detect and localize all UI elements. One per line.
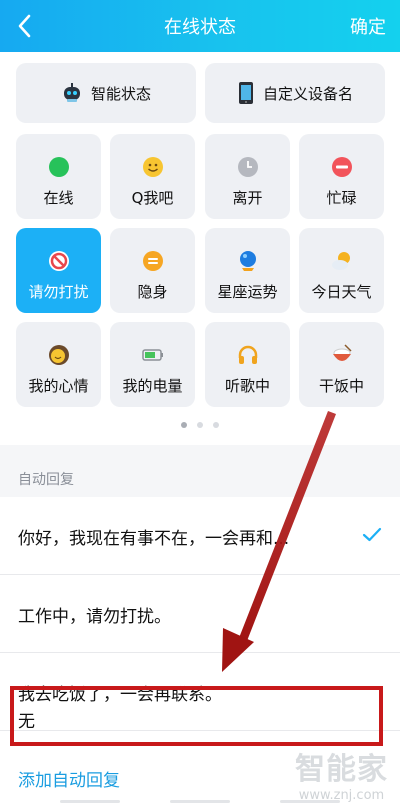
status-invisible-tile[interactable]: 隐身 [110,228,195,313]
status-label: 忙碌 [326,189,357,207]
status-weather-tile[interactable]: 今日天气 [299,228,384,313]
status-horoscope-tile[interactable]: 星座运势 [205,228,290,313]
page-dot[interactable] [197,422,203,428]
minus-circle-icon [331,157,352,177]
status-label: 离开 [232,189,263,207]
weather-icon [331,252,350,270]
mood-icon [48,345,69,365]
status-label: Q我吧 [131,189,174,207]
status-dnd-tile[interactable]: 请勿打扰 [16,228,101,313]
watermark: 智能家 www.znj.com [295,744,388,803]
clock-icon [237,157,258,177]
auto-reply-text: 你好，我现在有事不在，一会再和... [18,529,290,549]
status-label: 我的电量 [122,377,183,395]
custom-device-name-tile[interactable]: 自定义设备名 [205,63,385,123]
status-label: 今日天气 [311,283,372,301]
confirm-button[interactable]: 确定 [350,13,386,39]
bottom-handle-segment [280,800,340,803]
status-label: 隐身 [137,283,168,301]
crystal-ball-icon [239,251,256,271]
status-label: 干饭中 [318,377,364,395]
rice-bowl-icon [332,344,352,361]
bottom-handle-segment [60,800,120,803]
bottom-handle-segment [170,800,230,803]
page-dot[interactable] [181,422,187,428]
status-qme-tile[interactable]: Q我吧 [110,134,195,219]
watermark-text: 智能家 [295,752,388,787]
page-indicator [0,422,400,428]
status-label: 听歌中 [224,377,270,395]
smart-status-label: 智能状态 [90,84,151,103]
headphones-icon [238,345,257,364]
green-dot-icon [48,157,69,177]
title-bar: 在线状态 确定 [0,0,400,52]
status-online-tile[interactable]: 在线 [16,134,101,219]
status-label: 请勿打扰 [28,283,89,301]
annotation-highlight-box [10,686,383,746]
status-mood-tile[interactable]: 我的心情 [16,322,101,407]
robot-icon [63,83,80,102]
smart-status-tile[interactable]: 智能状态 [16,63,196,123]
page-dot[interactable] [213,422,219,428]
status-label: 在线 [43,189,74,207]
hidden-icon [142,251,163,271]
section-title: 自动回复 [18,472,74,488]
status-battery-tile[interactable]: 我的电量 [110,322,195,407]
checkmark-icon [362,527,382,542]
custom-device-name-label: 自定义设备名 [262,84,353,103]
phone-icon [238,82,253,104]
status-music-tile[interactable]: 听歌中 [205,322,290,407]
status-away-tile[interactable]: 离开 [205,134,290,219]
no-entry-icon [48,251,69,271]
auto-reply-option[interactable]: 你好，我现在有事不在，一会再和... [0,497,400,575]
status-eating-tile[interactable]: 干饭中 [299,322,384,407]
status-label: 星座运势 [217,283,278,301]
auto-reply-text: 工作中，请勿打扰。 [18,607,171,627]
status-busy-tile[interactable]: 忙碌 [299,134,384,219]
auto-reply-option[interactable]: 工作中，请勿打扰。 [0,575,400,653]
bottom-handle [60,800,340,804]
page-title: 在线状态 [164,17,236,38]
add-auto-reply-link[interactable]: 添加自动回复 [18,766,120,791]
battery-icon [141,349,163,361]
smiley-icon [142,157,163,177]
status-label: 我的心情 [28,377,89,395]
section-header: 自动回复 [0,445,400,497]
status-grid: 智能状态 自定义设备名 在线 Q我吧 离开 忙碌 请勿打扰 隐身 星座运势 今日… [0,52,400,445]
